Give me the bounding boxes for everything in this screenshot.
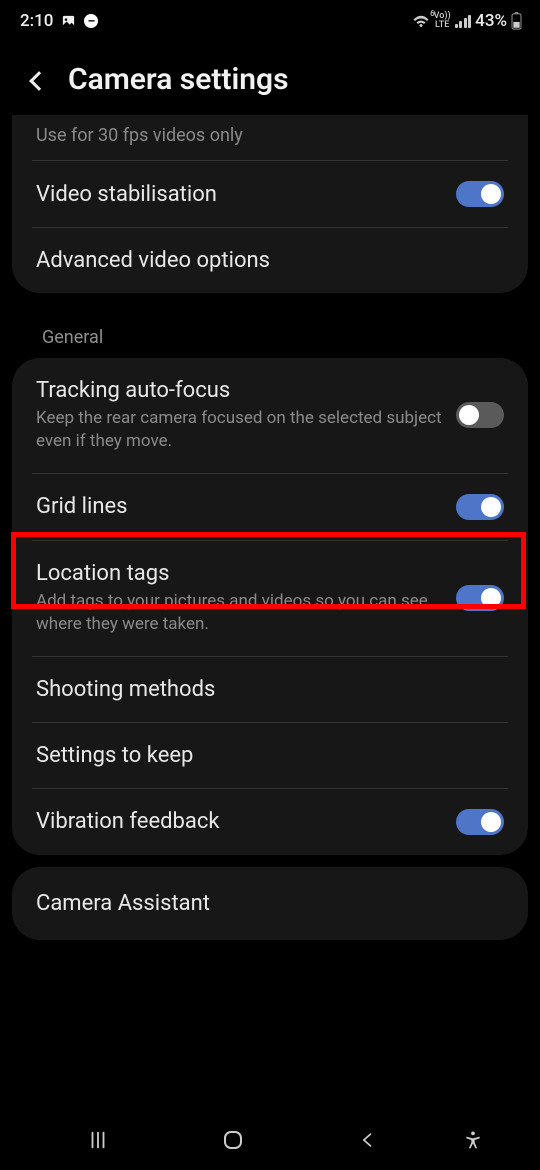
settings-to-keep-row[interactable]: Settings to keep	[32, 723, 508, 789]
video-stabilisation-row[interactable]: Video stabilisation	[32, 161, 508, 228]
general-card: Tracking auto-focus Keep the rear camera…	[12, 358, 528, 855]
tracking-autofocus-sub: Keep the rear camera focused on the sele…	[36, 407, 446, 453]
status-time: 2:10	[20, 11, 53, 31]
header: Camera settings	[0, 38, 540, 115]
tracking-autofocus-label: Tracking auto-focus	[36, 378, 446, 403]
signal-icon	[455, 14, 472, 28]
advanced-video-row[interactable]: Advanced video options	[32, 228, 508, 293]
location-tags-toggle[interactable]	[456, 585, 504, 611]
video-stabilisation-label: Video stabilisation	[36, 182, 446, 207]
grid-lines-row[interactable]: Grid lines	[32, 474, 508, 541]
video-stabilisation-toggle[interactable]	[456, 181, 504, 207]
grid-lines-toggle[interactable]	[456, 494, 504, 520]
advanced-video-label: Advanced video options	[36, 248, 494, 273]
shooting-methods-label: Shooting methods	[36, 677, 494, 702]
camera-assistant-card[interactable]: Camera Assistant	[12, 867, 528, 940]
vibration-feedback-row[interactable]: Vibration feedback	[32, 789, 508, 855]
location-tags-row[interactable]: Location tags Add tags to your pictures …	[32, 541, 508, 657]
navigation-bar	[0, 1110, 540, 1170]
status-left: 2:10 –	[20, 11, 98, 31]
video-card: Use for 30 fps videos only Video stabili…	[12, 115, 528, 293]
volte-icon: Vo)) LTE	[434, 12, 451, 30]
general-section-label: General	[12, 305, 528, 358]
home-button[interactable]	[183, 1128, 283, 1152]
grid-lines-label: Grid lines	[36, 494, 446, 519]
tracking-autofocus-toggle[interactable]	[456, 402, 504, 428]
page-title: Camera settings	[68, 62, 289, 97]
wifi-icon: 6	[412, 12, 430, 30]
vibration-feedback-toggle[interactable]	[456, 809, 504, 835]
tracking-autofocus-row[interactable]: Tracking auto-focus Keep the rear camera…	[32, 358, 508, 474]
vibration-feedback-label: Vibration feedback	[36, 809, 446, 834]
photos-icon	[61, 14, 76, 29]
location-tags-label: Location tags	[36, 561, 446, 586]
truncated-text: Use for 30 fps videos only	[32, 115, 508, 161]
settings-to-keep-label: Settings to keep	[36, 743, 494, 768]
battery-percent: 43%	[475, 11, 507, 31]
shooting-methods-row[interactable]: Shooting methods	[32, 657, 508, 723]
recents-button[interactable]	[48, 1129, 148, 1151]
back-icon[interactable]	[29, 71, 49, 91]
status-right: 6 Vo)) LTE 43%	[412, 11, 522, 31]
accessibility-button[interactable]	[453, 1130, 493, 1150]
status-bar: 2:10 – 6 Vo)) LTE 43%	[0, 0, 540, 38]
location-tags-sub: Add tags to your pictures and videos so …	[36, 590, 446, 636]
dnd-icon: –	[84, 14, 98, 28]
back-button[interactable]	[318, 1130, 418, 1150]
camera-assistant-label: Camera Assistant	[36, 891, 504, 916]
battery-icon	[511, 12, 522, 30]
